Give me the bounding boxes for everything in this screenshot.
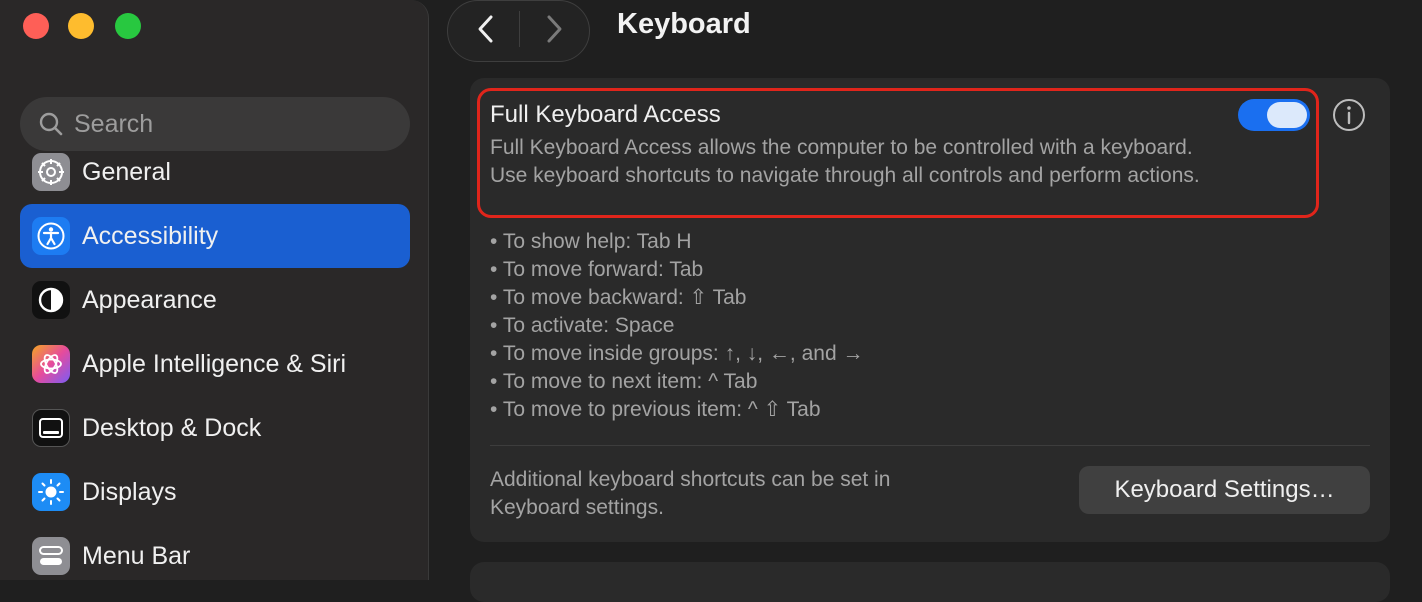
close-window-button[interactable] — [23, 13, 49, 39]
additional-shortcuts-text: Additional keyboard shortcuts can be set… — [490, 468, 891, 519]
list-item: To show help: Tab H — [490, 228, 863, 256]
info-icon[interactable] — [1332, 98, 1366, 132]
list-item: To move forward: Tab — [490, 256, 863, 284]
sidebar-item-accessibility[interactable]: Accessibility — [20, 204, 410, 268]
dock-icon — [32, 409, 70, 447]
navigation-buttons — [447, 0, 590, 62]
sidebar-item-desktop-dock[interactable]: Desktop & Dock — [20, 396, 410, 460]
appearance-icon — [32, 281, 70, 319]
full-keyboard-access-description: Full Keyboard Access allows the computer… — [490, 136, 1200, 187]
sidebar-item-label: Apple Intelligence & Siri — [82, 349, 347, 378]
chevron-left-icon — [478, 15, 493, 43]
divider — [490, 445, 1370, 446]
list-item: To move inside groups: ↑, ↓, ←, and → — [490, 340, 864, 368]
shortcut-tips-list: To show help: Tab H To move forward: Tab… — [490, 228, 864, 424]
list-item: To activate: Space — [490, 312, 863, 340]
toggle-knob — [1267, 102, 1307, 128]
sidebar-item-displays[interactable]: Displays — [20, 460, 410, 524]
displays-icon — [32, 473, 70, 511]
list-item: To move to next item: ^ Tab — [490, 368, 863, 396]
minimize-window-button[interactable] — [68, 13, 94, 39]
list-item: To move to previous item: ^ ⇧ Tab — [490, 396, 863, 424]
search-placeholder: Search — [74, 109, 154, 138]
sidebar-item-label: Menu Bar — [82, 541, 191, 570]
list-item: To move backward: ⇧ Tab — [490, 284, 863, 312]
gear-icon — [32, 153, 70, 191]
sidebar-item-apple-intelligence-siri[interactable]: Apple Intelligence & Siri — [20, 332, 410, 396]
keyboard-settings-button[interactable]: Keyboard Settings… — [1079, 466, 1370, 514]
zoom-window-button[interactable] — [115, 13, 141, 39]
page-title: Keyboard — [617, 8, 751, 40]
sidebar: Search General Accessibility Appearance … — [0, 0, 429, 580]
forward-button[interactable] — [536, 11, 572, 47]
sidebar-item-label: Accessibility — [82, 221, 219, 250]
full-keyboard-access-toggle[interactable] — [1238, 99, 1310, 131]
sidebar-item-label: Appearance — [82, 285, 217, 314]
accessibility-icon — [32, 217, 70, 255]
next-section — [470, 562, 1390, 602]
sidebar-item-menu-bar[interactable]: Menu Bar — [20, 524, 410, 588]
siri-icon — [32, 345, 70, 383]
sidebar-item-label: Desktop & Dock — [82, 413, 262, 442]
sidebar-item-label: General — [82, 157, 171, 186]
sidebar-item-appearance[interactable]: Appearance — [20, 268, 410, 332]
nav-divider — [519, 11, 520, 47]
sidebar-item-general[interactable]: General — [20, 140, 410, 204]
chevron-right-icon — [547, 15, 562, 43]
back-button[interactable] — [468, 11, 504, 47]
full-keyboard-access-title: Full Keyboard Access — [490, 101, 721, 128]
menubar-icon — [32, 537, 70, 575]
search-icon — [39, 112, 63, 136]
sidebar-item-label: Displays — [82, 477, 177, 506]
